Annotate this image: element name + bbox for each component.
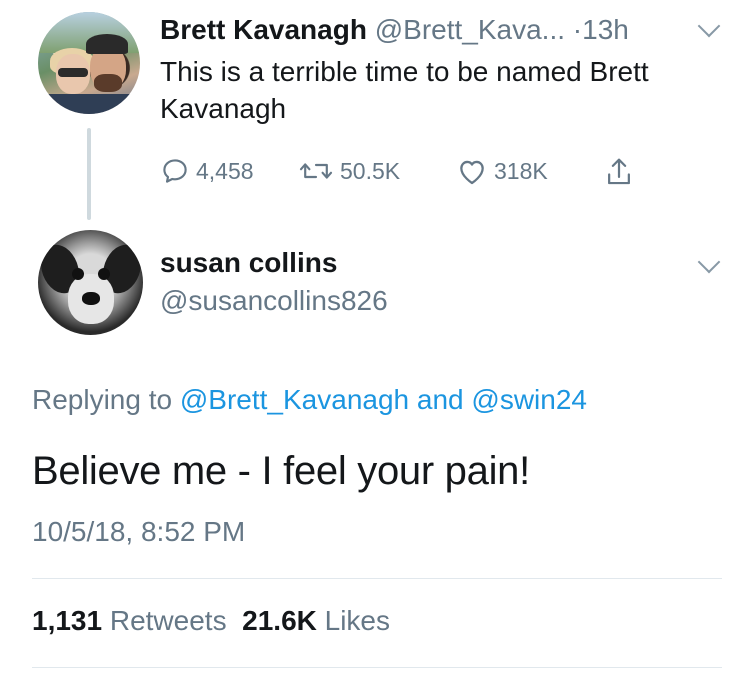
- likes-stat[interactable]: 21.6K Likes: [242, 605, 390, 636]
- retweet-count: 50.5K: [340, 157, 401, 184]
- reply-count: 4,458: [196, 157, 254, 184]
- user-handle[interactable]: @Brett_Kava...: [375, 14, 565, 45]
- replying-prefix: Replying to: [32, 384, 173, 415]
- mention-link[interactable]: @swin24: [471, 384, 587, 415]
- reply-button[interactable]: 4,458: [160, 156, 254, 186]
- chevron-down-icon[interactable]: [697, 250, 721, 274]
- tweet-stats: 1,131 Retweets 21.6K Likes: [32, 605, 390, 637]
- like-label: Likes: [324, 605, 391, 636]
- display-name[interactable]: Brett Kavanagh: [160, 14, 367, 45]
- retweet-total: 1,131: [32, 605, 103, 636]
- share-button[interactable]: [604, 156, 634, 188]
- retweet-label: Retweets: [109, 605, 227, 636]
- retweets-stat[interactable]: 1,131 Retweets: [32, 605, 227, 636]
- display-name[interactable]: susan collins: [160, 247, 337, 279]
- like-total: 21.6K: [242, 605, 317, 636]
- avatar[interactable]: [38, 12, 140, 114]
- like-count: 318K: [494, 157, 548, 184]
- thread-connector-line: [87, 128, 91, 220]
- chevron-down-icon[interactable]: [697, 14, 721, 38]
- like-button[interactable]: 318K: [456, 156, 548, 186]
- avatar[interactable]: [38, 230, 143, 335]
- time-separator: ·: [572, 14, 583, 45]
- reply-icon: [160, 156, 190, 186]
- replying-to-line: Replying to @Brett_Kavanagh and @swin24: [32, 384, 587, 416]
- retweet-button[interactable]: 50.5K: [298, 156, 400, 186]
- share-icon: [604, 156, 634, 188]
- tweet-header: Brett Kavanagh @Brett_Kava... ·13h: [160, 14, 629, 46]
- divider: [32, 578, 722, 579]
- like-icon: [456, 156, 488, 186]
- tweet-text: This is a terrible time to be named Bret…: [160, 56, 649, 124]
- retweet-icon: [298, 156, 334, 186]
- tweet-timestamp: 10/5/18, 8:52 PM: [32, 516, 246, 547]
- user-handle[interactable]: @susancollins826: [160, 285, 388, 317]
- divider: [32, 667, 722, 668]
- tweet-text: Believe me - I feel your pain!: [32, 449, 530, 493]
- replying-and[interactable]: and: [417, 384, 464, 415]
- tweet-time[interactable]: 13h: [582, 14, 629, 45]
- mention-link[interactable]: @Brett_Kavanagh: [180, 384, 409, 415]
